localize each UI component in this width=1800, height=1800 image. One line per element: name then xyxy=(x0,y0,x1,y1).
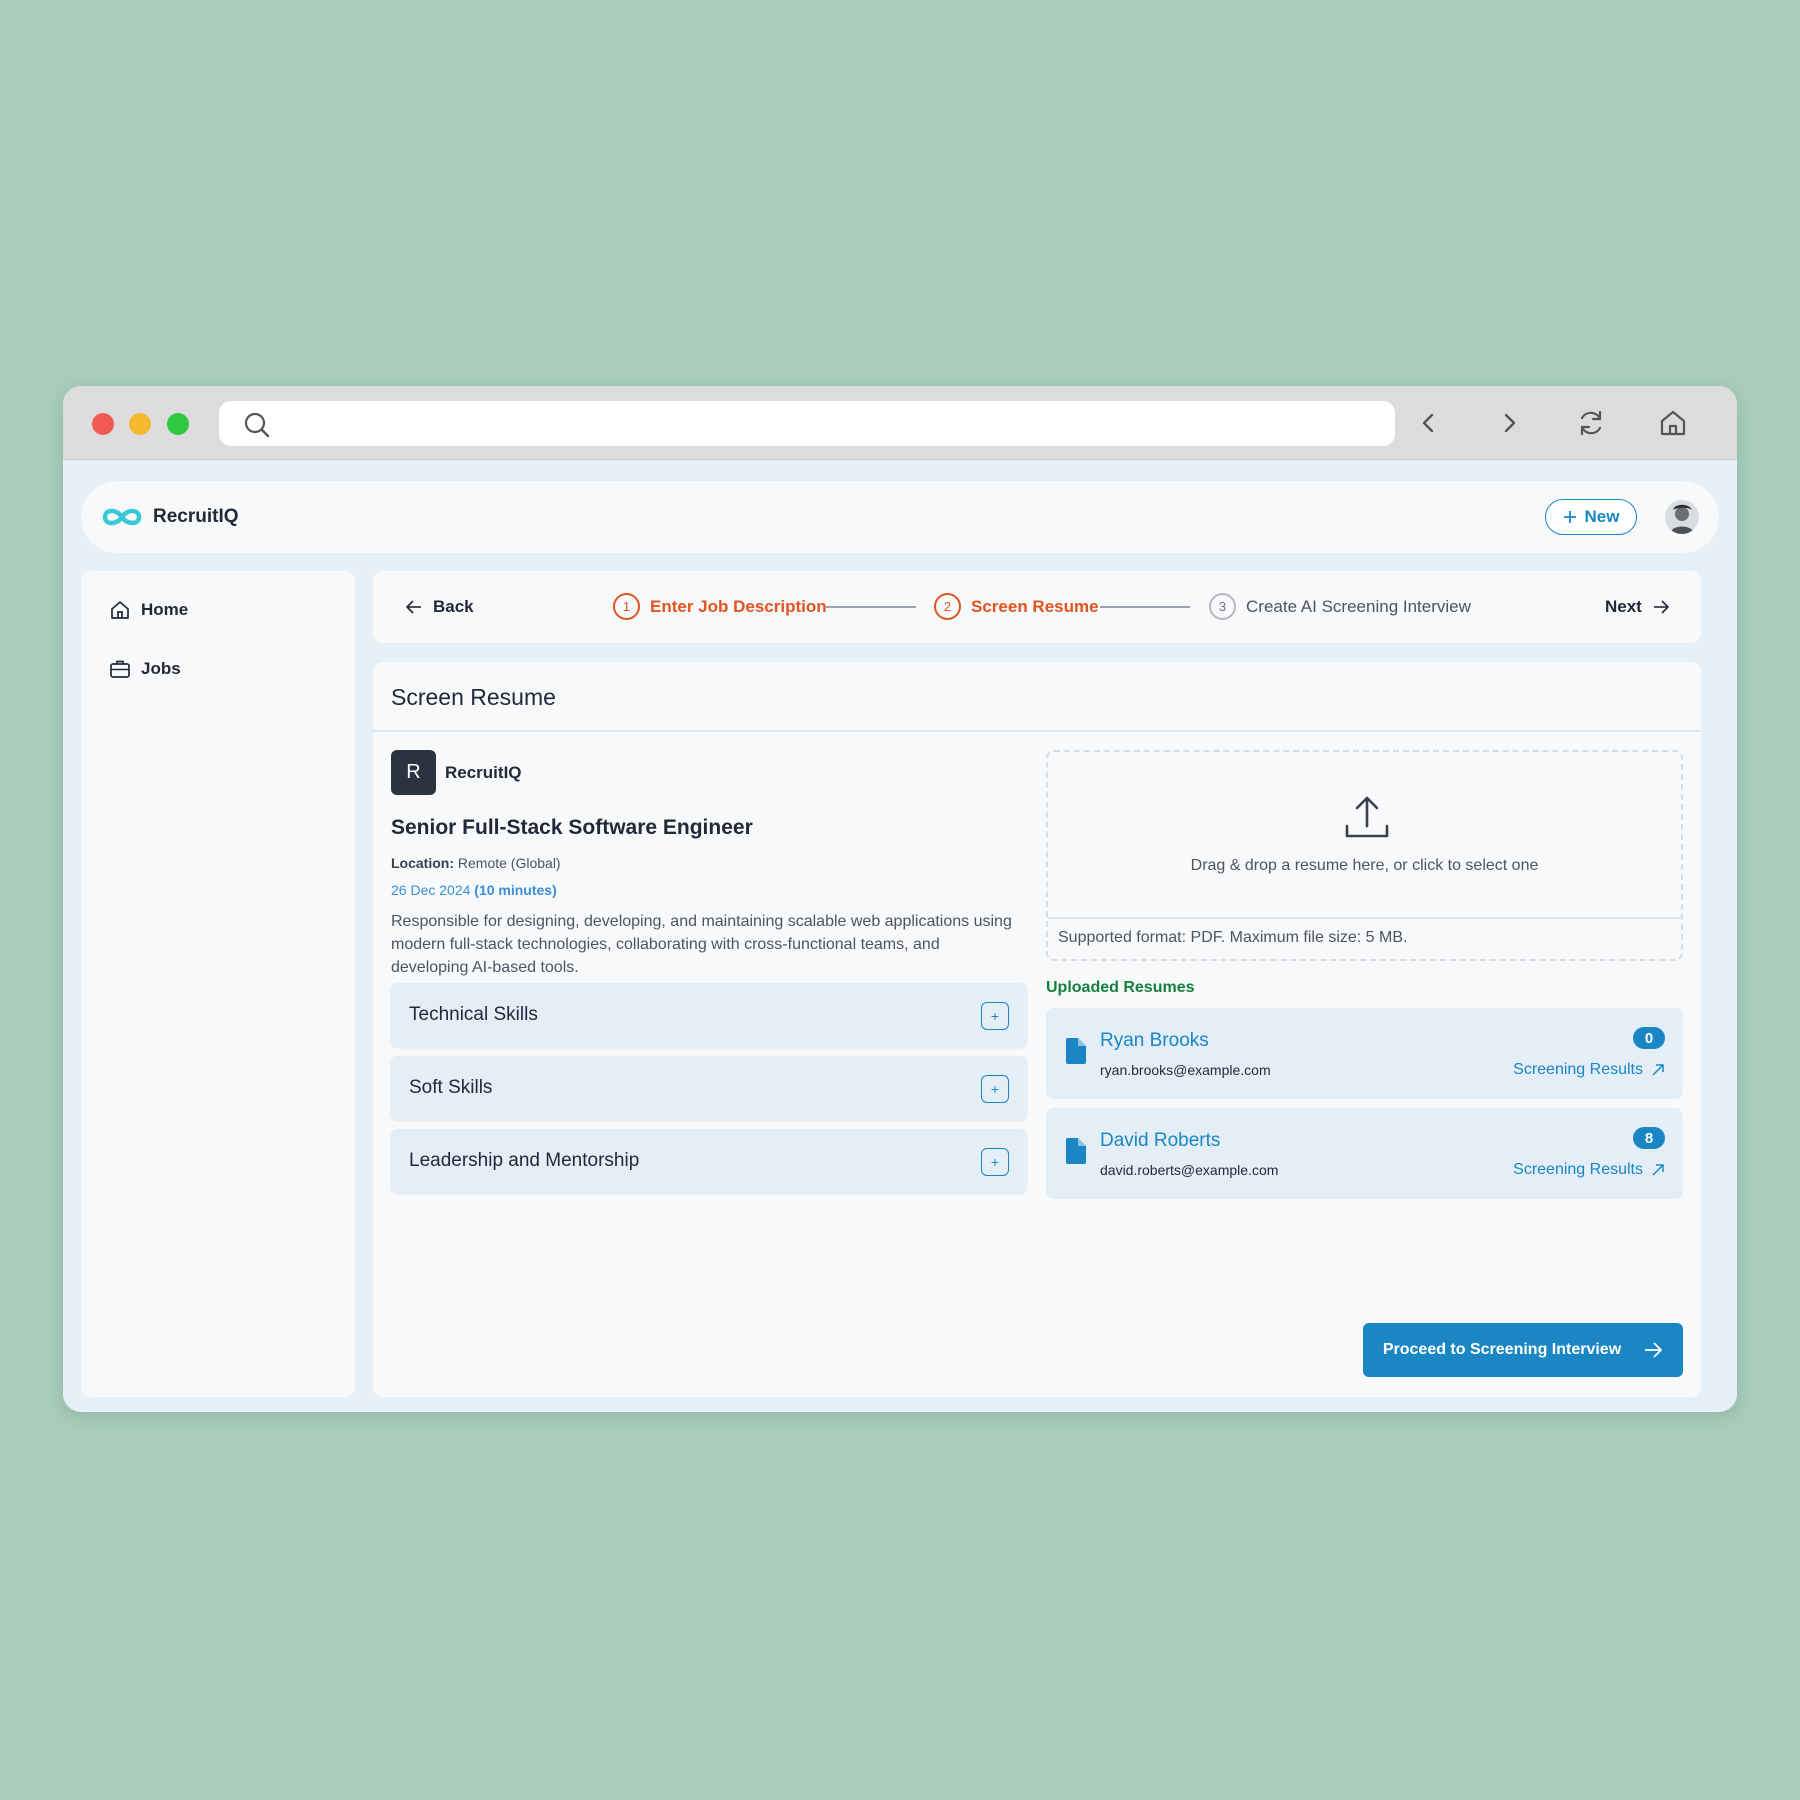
sidebar-item-label: Home xyxy=(141,600,189,619)
candidate-name[interactable]: Ryan Brooks xyxy=(1100,1030,1209,1052)
job-title: Senior Full-Stack Software Engineer xyxy=(391,816,753,839)
step-number: 2 xyxy=(934,593,961,620)
expand-plus-icon[interactable]: + xyxy=(981,1075,1009,1103)
external-arrow-icon xyxy=(1652,1164,1664,1176)
file-icon xyxy=(1066,1138,1086,1164)
maximize-window-button[interactable] xyxy=(167,413,189,435)
reload-icon[interactable] xyxy=(1573,405,1609,441)
screening-results-link[interactable]: Screening Results xyxy=(1513,1061,1665,1079)
forward-icon[interactable] xyxy=(1491,405,1527,441)
next-label: Next xyxy=(1605,597,1642,616)
score-badge: 8 xyxy=(1633,1127,1665,1149)
skill-label: Soft Skills xyxy=(409,1077,493,1098)
back-label: Back xyxy=(433,597,474,616)
page-title: Screen Resume xyxy=(391,684,556,710)
home-icon xyxy=(111,601,129,619)
skill-label: Technical Skills xyxy=(409,1004,538,1025)
plus-icon xyxy=(1563,511,1576,523)
briefcase-icon xyxy=(110,660,130,678)
step-label: Screen Resume xyxy=(971,596,1099,616)
company-logo: R xyxy=(391,750,436,795)
location-value: Remote (Global) xyxy=(457,855,561,871)
uploaded-resumes-heading: Uploaded Resumes xyxy=(1046,979,1195,996)
score-badge: 0 xyxy=(1633,1027,1665,1049)
browser-window: RecruitIQ New Home Jobs Back 1 Enter Job… xyxy=(63,386,1737,1412)
divider xyxy=(373,730,1701,732)
app-header: RecruitIQ New xyxy=(81,481,1719,553)
sidebar-item-home[interactable]: Home xyxy=(109,599,188,621)
resume-card[interactable]: Ryan Brooks ryan.brooks@example.com 0 Sc… xyxy=(1046,1008,1683,1099)
step-number: 1 xyxy=(613,593,640,620)
link-label: Screening Results xyxy=(1513,1061,1643,1078)
arrow-right-icon xyxy=(1645,1342,1663,1358)
next-button[interactable]: Next xyxy=(1605,597,1670,617)
step-3[interactable]: 3 Create AI Screening Interview xyxy=(1209,593,1471,620)
avatar[interactable] xyxy=(1665,500,1699,534)
duration-value: (10 minutes) xyxy=(474,882,557,898)
step-number: 3 xyxy=(1209,593,1236,620)
resume-card[interactable]: David Roberts david.roberts@example.com … xyxy=(1046,1108,1683,1199)
close-window-button[interactable] xyxy=(92,413,114,435)
proceed-label: Proceed to Screening Interview xyxy=(1382,1341,1622,1358)
step-label: Create AI Screening Interview xyxy=(1246,596,1471,616)
sidebar: Home Jobs xyxy=(81,571,355,1397)
link-label: Screening Results xyxy=(1513,1161,1643,1178)
sidebar-item-jobs[interactable]: Jobs xyxy=(109,658,181,680)
browser-titlebar xyxy=(63,386,1737,460)
step-label: Enter Job Description xyxy=(650,596,827,616)
stepper-bar: Back 1 Enter Job Description 2 Screen Re… xyxy=(373,571,1701,643)
infinity-logo-icon xyxy=(102,508,142,526)
file-icon xyxy=(1066,1038,1086,1064)
divider xyxy=(1048,917,1681,919)
step-connector xyxy=(826,606,916,608)
date-value: 26 Dec 2024 xyxy=(391,882,471,898)
skill-section-leadership[interactable]: Leadership and Mentorship + xyxy=(391,1129,1027,1193)
skill-section-technical[interactable]: Technical Skills + xyxy=(391,983,1027,1047)
external-arrow-icon xyxy=(1652,1064,1664,1076)
app-brand: RecruitIQ xyxy=(153,506,239,527)
upload-icon xyxy=(1345,796,1389,838)
candidate-email: ryan.brooks@example.com xyxy=(1100,1062,1271,1078)
job-date: 26 Dec 2024 (10 minutes) xyxy=(391,882,557,898)
minimize-window-button[interactable] xyxy=(129,413,151,435)
candidate-name[interactable]: David Roberts xyxy=(1100,1130,1220,1152)
new-button[interactable]: New xyxy=(1545,499,1637,535)
back-icon[interactable] xyxy=(1411,405,1447,441)
screen-resume-panel: Screen Resume R RecruitIQ Senior Full-St… xyxy=(373,662,1701,1397)
back-button[interactable]: Back xyxy=(405,597,474,617)
resume-dropzone[interactable]: Drag & drop a resume here, or click to s… xyxy=(1046,750,1683,961)
step-connector xyxy=(1100,606,1190,608)
job-description: Responsible for designing, developing, a… xyxy=(391,913,1012,976)
proceed-button[interactable]: Proceed to Screening Interview xyxy=(1363,1323,1683,1377)
step-1[interactable]: 1 Enter Job Description xyxy=(613,593,827,620)
address-bar[interactable] xyxy=(219,401,1395,446)
candidate-email: david.roberts@example.com xyxy=(1100,1162,1279,1178)
skill-label: Leadership and Mentorship xyxy=(409,1150,640,1171)
dropzone-text: Drag & drop a resume here, or click to s… xyxy=(1190,857,1539,874)
new-button-label: New xyxy=(1584,507,1620,526)
company-name: RecruitIQ xyxy=(445,763,522,782)
expand-plus-icon[interactable]: + xyxy=(981,1148,1009,1176)
home-icon[interactable] xyxy=(1655,405,1691,441)
skill-section-soft[interactable]: Soft Skills + xyxy=(391,1056,1027,1120)
arrow-left-icon xyxy=(406,600,421,614)
screening-results-link[interactable]: Screening Results xyxy=(1513,1161,1665,1179)
sidebar-item-label: Jobs xyxy=(141,659,181,678)
location-label: Location: xyxy=(391,855,454,871)
dropzone-note: Supported format: PDF. Maximum file size… xyxy=(1058,929,1408,946)
job-location: Location: Remote (Global) xyxy=(391,855,561,871)
user-avatar-icon xyxy=(1665,500,1699,534)
step-2[interactable]: 2 Screen Resume xyxy=(934,593,1099,620)
expand-plus-icon[interactable]: + xyxy=(981,1002,1009,1030)
search-icon xyxy=(244,412,270,438)
arrow-right-icon xyxy=(1653,600,1669,614)
